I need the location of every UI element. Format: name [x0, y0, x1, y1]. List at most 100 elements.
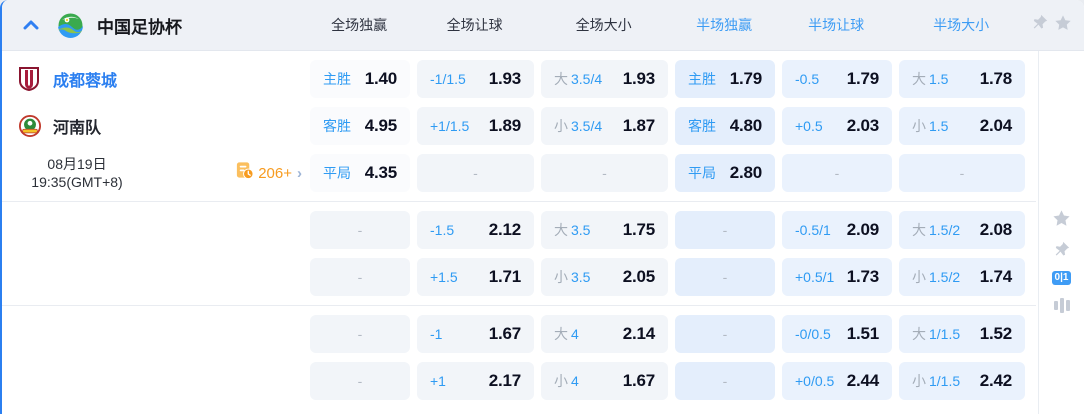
odds-cell[interactable]: 大 1.5 1.78 [899, 60, 1025, 98]
odds-value: 1.78 [979, 69, 1012, 88]
odds-value: 4.95 [364, 116, 397, 135]
odds-label: 小4 [554, 373, 579, 389]
odds-cell-empty: - [675, 211, 775, 249]
empty-dash: - [959, 165, 965, 181]
odds-label: +0.5/1 [795, 269, 835, 285]
odds-cell[interactable]: 大 1.5/2 2.08 [899, 211, 1025, 249]
over-under-prefix: 小 [554, 118, 568, 134]
spacer-pane [2, 306, 310, 409]
odds-cell[interactable]: +0.5/1 1.73 [782, 258, 892, 296]
corner-score-badge[interactable]: 0|1 [1051, 271, 1072, 285]
odds-label: -0/0.5 [795, 326, 831, 342]
odds-cell[interactable]: 小 1.5 2.04 [899, 107, 1025, 145]
pin-icon[interactable] [1031, 14, 1048, 36]
collapse-chevron-up-icon[interactable] [18, 12, 44, 38]
home-team-name[interactable]: 成都蓉城 [53, 67, 117, 91]
over-under-prefix: 小 [554, 373, 568, 389]
over-under-prefix: 大 [554, 222, 568, 238]
odds-group-main: 成都蓉城 河南队 08月19日 19:35(GMT+8) 206+ › 主胜 1… [2, 51, 1036, 201]
header-actions [1031, 14, 1084, 37]
odds-value: 1.79 [846, 69, 879, 88]
odds-label: -1/1.5 [430, 71, 466, 87]
empty-dash: - [834, 165, 840, 181]
odds-cell[interactable]: -1.5 2.12 [417, 211, 534, 249]
odds-cell-empty: - [310, 258, 410, 296]
odds-cell[interactable]: 小 1.5/2 1.74 [899, 258, 1025, 296]
odds-cell[interactable]: 平局 2.80 [675, 154, 775, 192]
odds-cell[interactable]: +1.5 1.71 [417, 258, 534, 296]
away-team-name[interactable]: 河南队 [53, 114, 101, 138]
column-header: 全场独赢 [331, 17, 388, 33]
match-info-pane: 成都蓉城 河南队 08月19日 19:35(GMT+8) 206+ › [2, 51, 310, 201]
odds-cell[interactable]: +1/1.5 1.89 [417, 107, 534, 145]
right-action-rail: 0|1 [1038, 51, 1084, 414]
favorite-star-icon[interactable] [1052, 209, 1071, 228]
odds-cell[interactable]: 客胜 4.80 [675, 107, 775, 145]
odds-cell[interactable]: 小 4 1.67 [541, 362, 668, 400]
odds-grid-secondary: - -1.5 2.12 大 3.5 1.75 - -0.5/1 2.09 大 1.5/2 2.08 - +… [310, 202, 1034, 305]
match-time: 19:35(GMT+8) [31, 174, 123, 190]
odds-cell[interactable]: -0/0.5 1.51 [782, 315, 892, 353]
odds-value: 4.35 [364, 163, 397, 182]
over-under-prefix: 大 [912, 222, 926, 238]
odds-body: 成都蓉城 河南队 08月19日 19:35(GMT+8) 206+ › 主胜 1… [2, 51, 1084, 414]
empty-dash: - [357, 373, 363, 389]
odds-label: +0/0.5 [795, 373, 835, 389]
odds-column-headers: 全场独赢 全场让球 全场大小 半场独赢 半场让球 半场大小 [309, 15, 1031, 35]
odds-value: 2.42 [979, 371, 1012, 390]
odds-label: 大 1/1.5 [912, 326, 961, 342]
odds-label: +0.5 [795, 118, 823, 134]
odds-value: 1.74 [979, 267, 1012, 286]
odds-label: -1.5 [430, 222, 455, 238]
odds-value: 2.44 [846, 371, 879, 390]
odds-value: 1.71 [488, 267, 521, 286]
odds-cell[interactable]: 主胜 1.40 [310, 60, 410, 98]
odds-value: 1.51 [846, 324, 879, 343]
odds-value: 2.05 [622, 267, 655, 286]
odds-value: 1.93 [622, 69, 655, 88]
odds-cell[interactable]: -0.5 1.79 [782, 60, 892, 98]
odds-cell[interactable]: 大 3.5 1.75 [541, 211, 668, 249]
odds-grid-main: 主胜 1.40 -1/1.5 1.93 大 3.5/4 1.93 主胜 1.79 -0.5 1.79… [310, 51, 1034, 201]
markets-count[interactable]: 206+ [258, 165, 292, 182]
match-meta-row: 08月19日 19:35(GMT+8) 206+ › [2, 154, 310, 192]
empty-dash: - [602, 165, 607, 181]
odds-label: 客胜 [323, 118, 351, 134]
over-under-prefix: 小 [912, 269, 926, 285]
odds-cell[interactable]: -0.5/1 2.09 [782, 211, 892, 249]
odds-cell[interactable]: 主胜 1.79 [675, 60, 775, 98]
odds-cell-empty: - [417, 154, 534, 192]
odds-cell[interactable]: 大 1/1.5 1.52 [899, 315, 1025, 353]
odds-cell[interactable]: +1 2.17 [417, 362, 534, 400]
league-header-left: 中国足协杯 [2, 12, 309, 38]
odds-value: 2.80 [729, 163, 762, 182]
odds-label: 大 1.5/2 [912, 222, 961, 238]
odds-cell[interactable]: 客胜 4.95 [310, 107, 410, 145]
odds-cell[interactable]: 小 3.5 2.05 [541, 258, 668, 296]
odds-value: 1.67 [488, 324, 521, 343]
odds-cell[interactable]: 大 3.5/4 1.93 [541, 60, 668, 98]
odds-cell[interactable]: 平局 4.35 [310, 154, 410, 192]
more-markets-link[interactable]: 206+ › [235, 161, 302, 185]
odds-cell[interactable]: 小 3.5/4 1.87 [541, 107, 668, 145]
odds-label: 大 3.5 [554, 222, 591, 238]
odds-cell-empty: - [310, 211, 410, 249]
odds-cell[interactable]: -1/1.5 1.93 [417, 60, 534, 98]
favorite-star-icon[interactable] [1054, 14, 1072, 37]
odds-cell[interactable]: 大 4 2.14 [541, 315, 668, 353]
over-under-prefix: 小 [554, 269, 568, 285]
pin-icon[interactable] [1053, 241, 1070, 258]
stats-chart-icon[interactable] [1053, 298, 1070, 313]
odds-cell[interactable]: +0/0.5 2.44 [782, 362, 892, 400]
over-under-prefix: 小 [912, 118, 926, 134]
odds-cell[interactable]: -1 1.67 [417, 315, 534, 353]
chevron-right-icon[interactable]: › [297, 165, 302, 182]
odds-cell-empty: - [675, 315, 775, 353]
odds-cell-empty: - [310, 315, 410, 353]
odds-cell[interactable]: +0.5 2.03 [782, 107, 892, 145]
over-under-prefix: 小 [912, 373, 926, 389]
home-team-row[interactable]: 成都蓉城 [2, 60, 310, 98]
odds-cell[interactable]: 小 1/1.5 2.42 [899, 362, 1025, 400]
odds-label: 小 1/1.5 [912, 373, 961, 389]
away-team-row[interactable]: 河南队 [2, 107, 310, 145]
